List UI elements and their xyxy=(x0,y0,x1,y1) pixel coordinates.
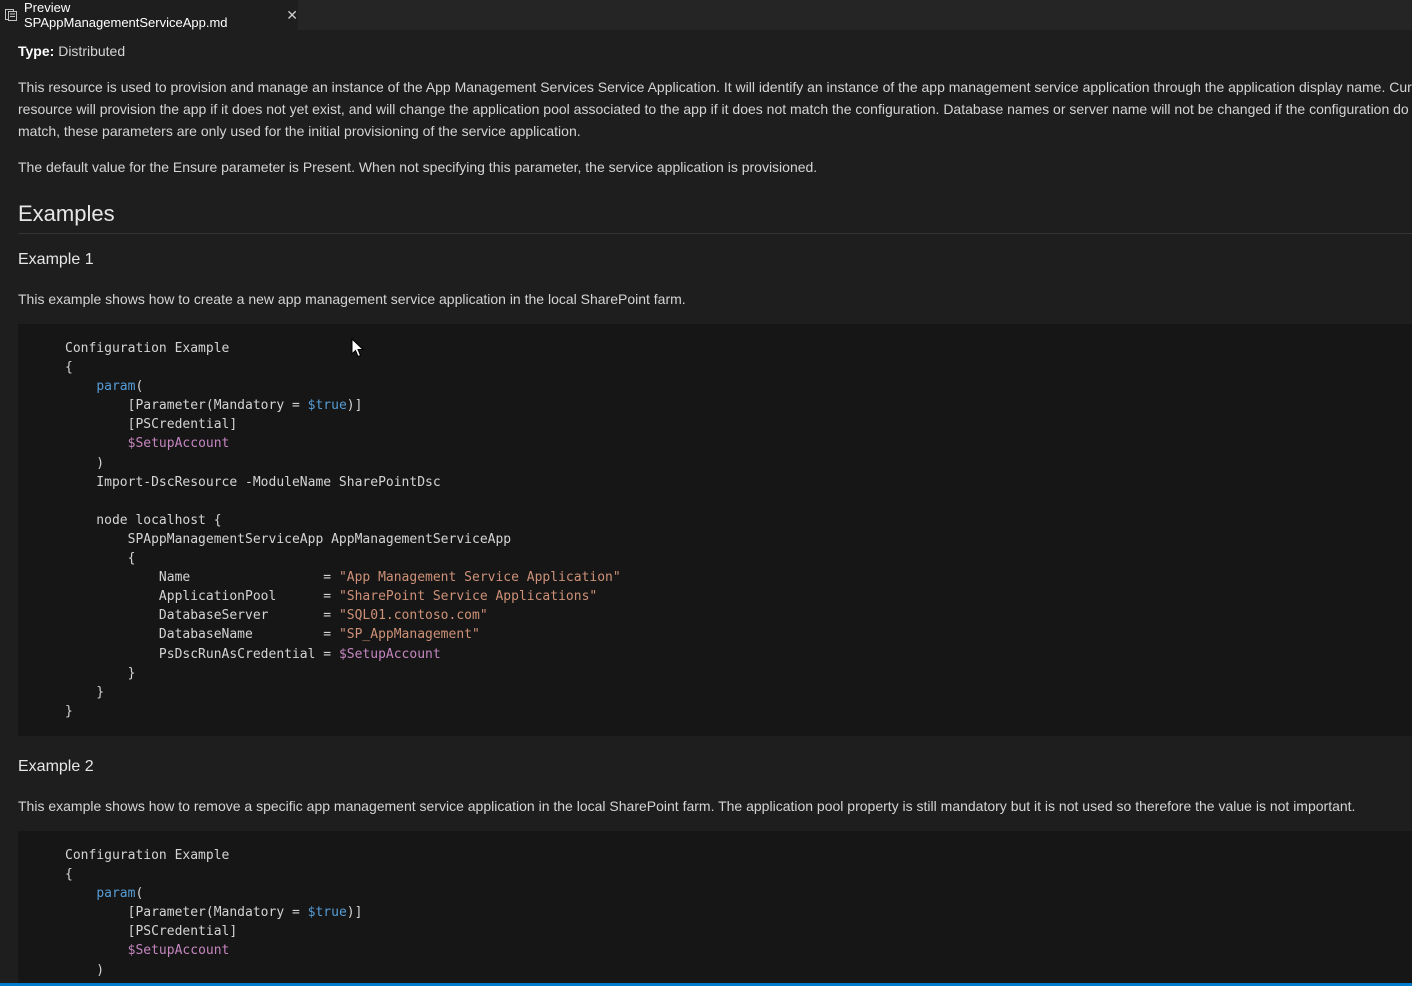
example-2-code: Configuration Example { param( [Parameter… xyxy=(65,846,362,980)
description-line-2: resource will provision the app if it do… xyxy=(18,101,1409,117)
code-text: [PSCredential] xyxy=(65,417,238,433)
code-text: PsDscRunAsCredential = xyxy=(65,646,339,662)
code-punct: )] xyxy=(346,905,363,921)
code-text: DatabaseServer = xyxy=(65,608,339,624)
code-text: Name = xyxy=(65,570,339,586)
code-line: ) xyxy=(65,454,621,473)
code-punct: ( xyxy=(135,886,144,902)
code-text: Import-DscResource -ModuleName SharePoin… xyxy=(65,474,441,490)
code-text: ) xyxy=(65,455,105,471)
code-line: } xyxy=(65,702,621,721)
code-text: [PSCredential] xyxy=(65,924,238,940)
code-line: Configuration Example xyxy=(65,339,621,358)
code-keyword: param xyxy=(96,886,136,902)
code-line: } xyxy=(65,683,621,702)
code-line: [Parameter(Mandatory = $true)] xyxy=(65,903,363,922)
code-text: } xyxy=(65,703,73,719)
code-string: "App Management Service Application" xyxy=(338,570,621,586)
code-text: SPAppManagementServiceApp AppManagementS… xyxy=(65,531,512,547)
close-icon[interactable]: ✕ xyxy=(286,7,298,24)
code-variable: $SetupAccount xyxy=(127,943,230,959)
code-line: PsDscRunAsCredential = $SetupAccount xyxy=(65,645,621,664)
code-punct: ( xyxy=(135,379,144,395)
markdown-preview[interactable]: Type: Distributed This resource is used … xyxy=(0,30,1412,983)
code-line: Name = "App Management Service Applicati… xyxy=(65,568,621,587)
code-string: "SharePoint Service Applications" xyxy=(338,589,598,605)
example-1-code: Configuration Example { param( [Parameter… xyxy=(65,339,621,721)
code-line: { xyxy=(65,549,621,568)
example-2-heading: Example 2 xyxy=(18,758,94,775)
code-line: $SetupAccount xyxy=(65,941,362,960)
preview-icon xyxy=(5,9,17,21)
mouse-cursor-icon xyxy=(351,338,365,358)
code-text: } xyxy=(65,684,105,700)
code-text: ) xyxy=(65,962,105,978)
code-line: } xyxy=(65,664,621,683)
tab-preview-markdown[interactable]: Preview SPAppManagementServiceApp.md ✕ xyxy=(0,0,298,30)
code-line: ) xyxy=(65,961,362,980)
code-line: $SetupAccount xyxy=(65,434,621,453)
description-line-3: match, these parameters are only used fo… xyxy=(18,123,581,139)
description-line-1: This resource is used to provision and m… xyxy=(18,79,1412,95)
code-line: [PSCredential] xyxy=(65,415,621,434)
code-text: [Parameter(Mandatory = xyxy=(65,905,308,921)
code-line: ApplicationPool = "SharePoint Service Ap… xyxy=(65,587,621,606)
type-line: Type: Distributed xyxy=(18,40,125,62)
code-line: { xyxy=(65,865,362,884)
editor-tab-bar: Preview SPAppManagementServiceApp.md ✕ xyxy=(0,0,1412,30)
example-1-heading: Example 1 xyxy=(18,251,94,268)
code-variable: $SetupAccount xyxy=(127,436,230,452)
code-text: Configuration Example xyxy=(65,341,230,356)
code-text: } xyxy=(65,665,136,681)
code-line: DatabaseName = "SP_AppManagement" xyxy=(65,625,621,644)
code-keyword: $true xyxy=(307,905,347,921)
type-value: Distributed xyxy=(58,43,126,59)
examples-heading: Examples xyxy=(18,201,115,226)
code-line: { xyxy=(65,358,621,377)
code-keyword: $true xyxy=(307,398,347,414)
code-line: SPAppManagementServiceApp AppManagementS… xyxy=(65,530,621,549)
example-1-description: This example shows how to create a new a… xyxy=(18,291,686,307)
example-1-code-block[interactable]: Configuration Example { param( [Parameter… xyxy=(18,324,1412,736)
code-text: { xyxy=(65,551,136,567)
code-text: ApplicationPool = xyxy=(65,589,339,605)
code-line xyxy=(65,492,621,511)
code-line: node localhost { xyxy=(65,511,621,530)
ensure-paragraph: The default value for the Ensure paramet… xyxy=(18,159,818,175)
code-text: DatabaseName = xyxy=(65,627,339,643)
code-variable: $SetupAccount xyxy=(338,646,441,662)
code-line: [Parameter(Mandatory = $true)] xyxy=(65,396,621,415)
code-string: "SQL01.contoso.com" xyxy=(338,608,488,624)
code-text: { xyxy=(65,360,73,376)
code-text: { xyxy=(65,867,73,883)
code-text: node localhost { xyxy=(65,512,222,528)
code-line: [PSCredential] xyxy=(65,922,362,941)
code-punct: )] xyxy=(346,398,363,414)
code-line: param( xyxy=(65,884,362,903)
type-label: Type: xyxy=(18,43,55,59)
code-line: param( xyxy=(65,377,621,396)
code-text: Configuration Example xyxy=(65,848,230,863)
example-2-description: This example shows how to remove a speci… xyxy=(18,798,1356,814)
code-line: Import-DscResource -ModuleName SharePoin… xyxy=(65,473,621,492)
tab-title: Preview SPAppManagementServiceApp.md xyxy=(24,0,228,30)
code-keyword: param xyxy=(96,379,136,395)
code-text: [Parameter(Mandatory = xyxy=(65,398,308,414)
code-string: "SP_AppManagement" xyxy=(338,627,480,643)
code-line: Configuration Example xyxy=(65,846,362,865)
code-line: DatabaseServer = "SQL01.contoso.com" xyxy=(65,606,621,625)
example-2-code-block[interactable]: Configuration Example { param( [Parameter… xyxy=(18,831,1412,983)
heading-divider xyxy=(18,233,1412,234)
